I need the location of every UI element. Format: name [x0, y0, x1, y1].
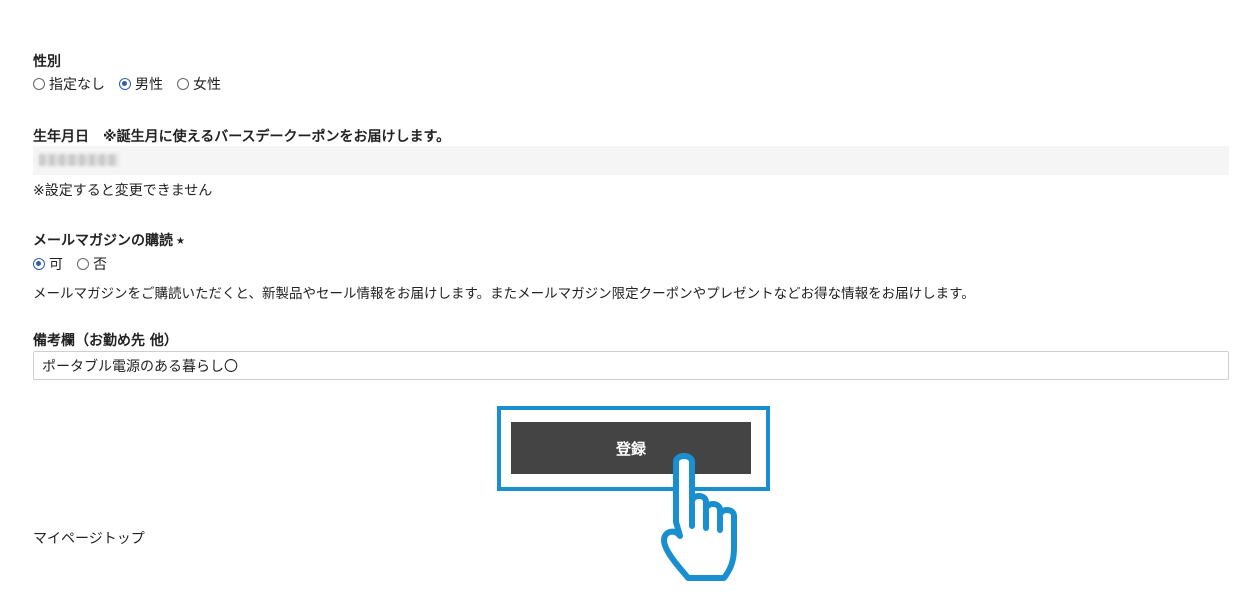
newsletter-label: メールマガジンの購読 ★ [33, 230, 185, 250]
mypage-top-link[interactable]: マイページトップ [33, 528, 145, 548]
radio-checked-icon[interactable] [33, 258, 45, 270]
radio-unchecked-icon[interactable] [77, 258, 89, 270]
hand-pointer-icon [661, 453, 737, 581]
newsletter-option-no[interactable]: 否 [77, 254, 107, 274]
newsletter-description: メールマガジンをご購読いただくと、新製品やセール情報をお届けします。またメールマ… [33, 286, 975, 302]
newsletter-option-no-label: 否 [93, 257, 107, 273]
radio-unchecked-icon[interactable] [33, 78, 45, 90]
newsletter-option-yes-label: 可 [49, 257, 63, 273]
newsletter-option-yes[interactable]: 可 [33, 254, 63, 274]
gender-option-female[interactable]: 女性 [177, 74, 221, 94]
gender-label: 性別 [33, 54, 61, 70]
remarks-input[interactable] [33, 351, 1229, 380]
newsletter-label-text: メールマガジンの購読 [33, 233, 173, 249]
birthday-value-redacted [39, 154, 119, 166]
birthday-note: ※設定すると変更できません [33, 183, 213, 199]
gender-option-none[interactable]: 指定なし [33, 74, 105, 94]
gender-option-female-label: 女性 [193, 77, 221, 93]
newsletter-radio-group: 可 否 [33, 254, 121, 274]
gender-option-none-label: 指定なし [49, 77, 105, 93]
radio-checked-icon[interactable] [119, 78, 131, 90]
birthday-label: 生年月日 ※誕生月に使えるバースデークーポンをお届けします。 [33, 129, 451, 145]
gender-radio-group: 指定なし 男性 女性 [33, 74, 235, 94]
remarks-label: 備考欄（お勤め先 他） [33, 333, 178, 349]
radio-unchecked-icon[interactable] [177, 78, 189, 90]
birthday-field [33, 146, 1229, 175]
gender-option-male[interactable]: 男性 [119, 74, 163, 94]
required-star-icon: ★ [176, 236, 185, 247]
gender-option-male-label: 男性 [135, 77, 163, 93]
